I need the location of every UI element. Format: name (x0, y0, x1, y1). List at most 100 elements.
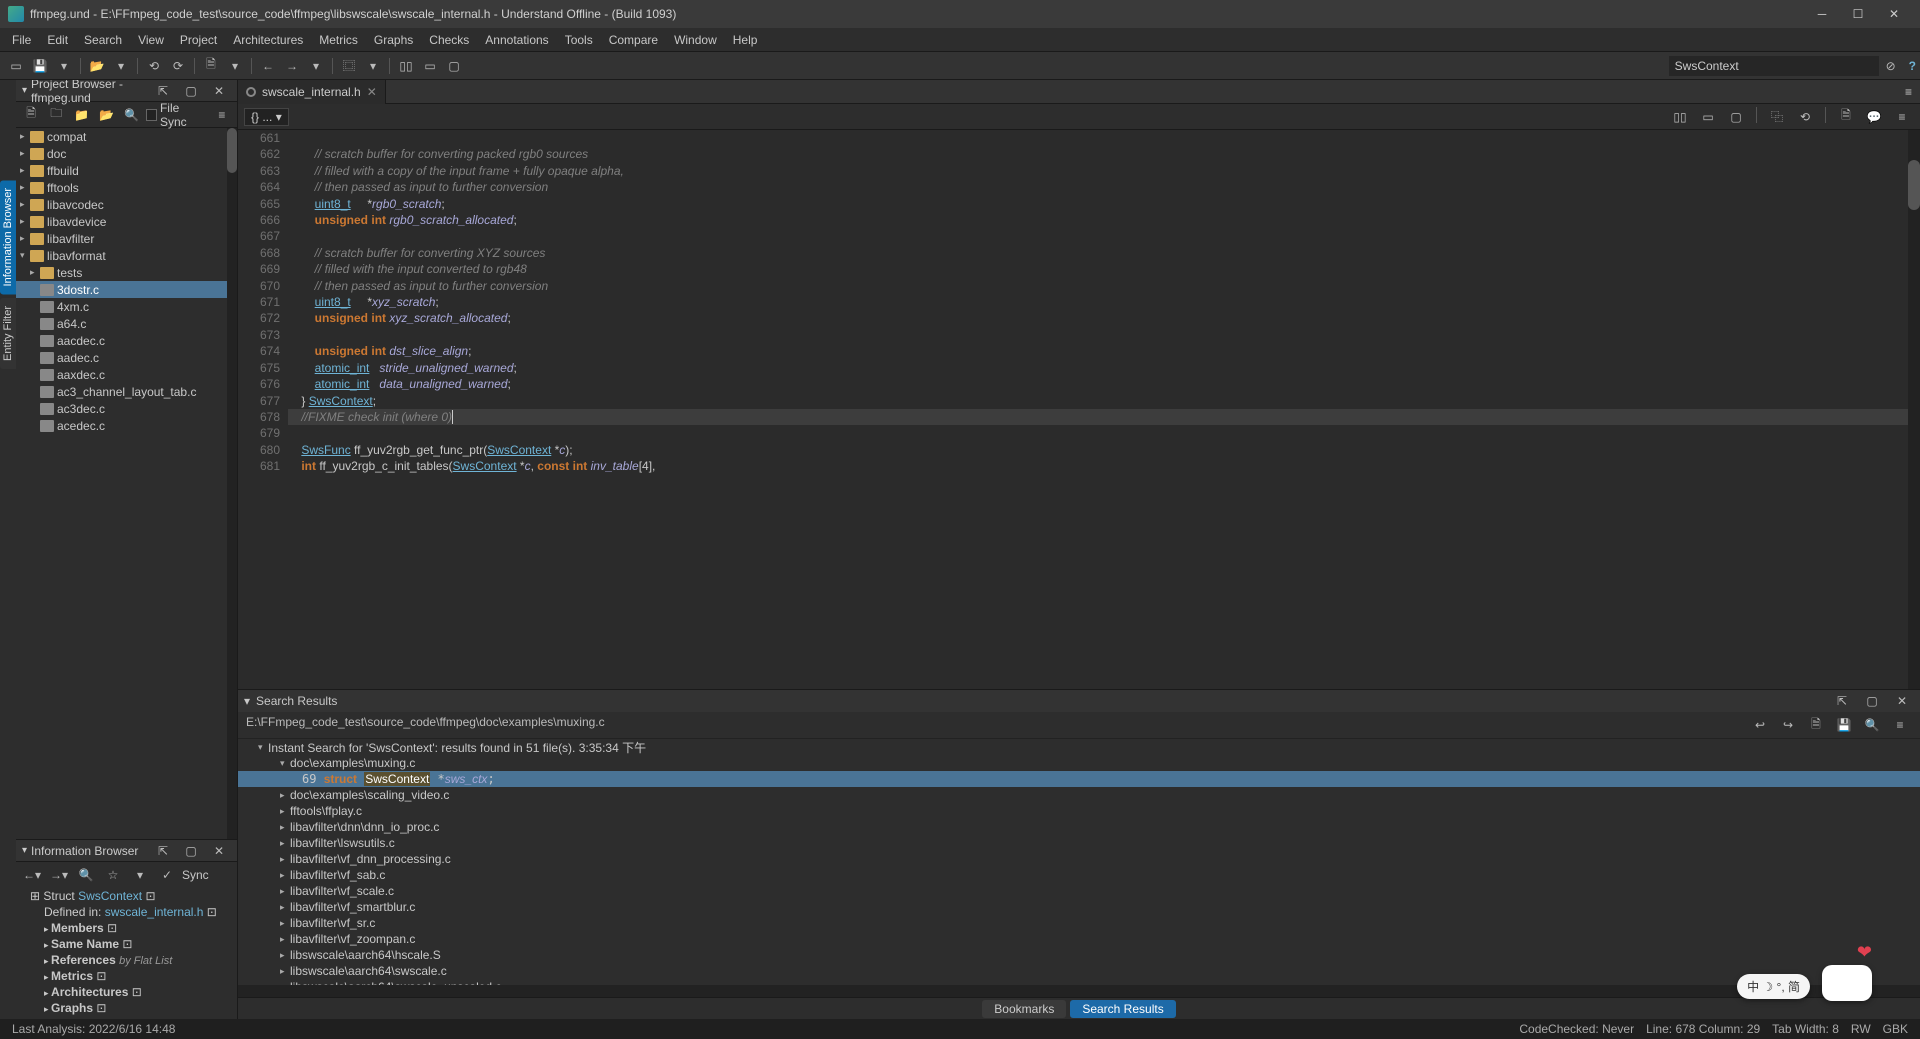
folder-open-icon[interactable]: 📂 (87, 56, 107, 76)
tree-item[interactable]: ▸tests (16, 264, 237, 281)
tree-item[interactable]: ▸ffbuild (16, 162, 237, 179)
result-item[interactable]: ▸libavfilter\lswsutils.c (238, 835, 1920, 851)
tree-item[interactable]: ▸libavfilter (16, 230, 237, 247)
result-item[interactable]: ▸libavfilter\vf_sab.c (238, 867, 1920, 883)
info-tree[interactable]: ⊞ Struct SwsContext ⊡ Defined in: swscal… (16, 888, 237, 1019)
result-item[interactable]: ▸libavfilter\vf_sr.c (238, 915, 1920, 931)
panel-close-icon[interactable]: ✕ (209, 841, 229, 861)
favorite-icon[interactable]: ☆ (103, 865, 123, 885)
single-icon[interactable]: ▢ (444, 56, 464, 76)
tree-item[interactable]: ac3_channel_layout_tab.c (16, 383, 237, 400)
editor-vscroll-thumb[interactable] (1908, 160, 1920, 210)
tab-menu-icon[interactable]: ≡ (1897, 85, 1920, 99)
forward-icon[interactable]: → (282, 56, 302, 76)
global-search-input[interactable] (1669, 56, 1879, 76)
layout3-icon[interactable]: ▢ (1726, 107, 1746, 127)
doc-icon[interactable]: 🗎 (201, 56, 221, 76)
menu-architectures[interactable]: Architectures (225, 31, 311, 49)
refresh-icon[interactable]: ⟳ (168, 56, 188, 76)
info-search-icon[interactable]: 🔍 (76, 865, 96, 885)
tree-menu-icon[interactable]: ≡ (213, 105, 231, 125)
nav-dropdown-icon[interactable]: ▾ (306, 56, 326, 76)
tree-item[interactable]: ▸libavdevice (16, 213, 237, 230)
panel-close-icon[interactable]: ✕ (1892, 691, 1912, 711)
tree-item[interactable]: ▸fftools (16, 179, 237, 196)
tree-item[interactable]: a64.c (16, 315, 237, 332)
bookmark-icon[interactable]: 🗎 (1836, 107, 1856, 127)
editor-tab[interactable]: swscale_internal.h ✕ (238, 80, 386, 104)
graph-icon[interactable]: ⿻ (1767, 107, 1787, 127)
sync-check-icon[interactable]: ✓ (157, 865, 177, 885)
new-folder-icon[interactable]: 🗀 (47, 105, 65, 125)
result-item[interactable]: ▸fftools\ffplay.c (238, 803, 1920, 819)
result-item[interactable]: ▸libavfilter\vf_zoompan.c (238, 931, 1920, 947)
context-icon[interactable]: ⊡ (207, 905, 217, 919)
save-icon[interactable]: 💾 (30, 56, 50, 76)
info-item[interactable]: ▸ Architectures ⊡ (20, 984, 237, 1000)
fav-dropdown-icon[interactable]: ▾ (130, 865, 150, 885)
doc-dropdown-icon[interactable]: ▾ (225, 56, 245, 76)
results-tree[interactable]: ▾ Instant Search for 'SwsContext': resul… (238, 739, 1920, 985)
mascot-icon[interactable] (1822, 965, 1872, 1001)
info-item[interactable]: ▸ Graphs ⊡ (20, 1000, 237, 1016)
result-item[interactable]: ▸libavfilter\vf_smartblur.c (238, 899, 1920, 915)
collapse-icon[interactable]: ▾ (22, 85, 27, 96)
info-item[interactable]: ▸ Same Name ⊡ (20, 936, 237, 952)
forward-icon[interactable]: ↪ (1778, 715, 1798, 735)
tree-scroll-thumb[interactable] (227, 128, 237, 173)
ime-widget[interactable]: 中 ☽ °, 简 (1737, 974, 1810, 999)
layout1-icon[interactable]: ▯▯ (1670, 107, 1690, 127)
editor-menu-icon[interactable]: ≡ (1892, 107, 1912, 127)
result-item[interactable]: ▾doc\examples\muxing.c (238, 755, 1920, 771)
collapse-icon[interactable]: ▾ (22, 845, 27, 856)
minimize-button[interactable]: ─ (1804, 0, 1840, 28)
copy-icon[interactable]: 🗎 (1806, 715, 1826, 735)
search-again-icon[interactable]: 🔍 (1862, 715, 1882, 735)
tree-item[interactable]: aacdec.c (16, 332, 237, 349)
tree-item[interactable]: 3dostr.c (16, 281, 237, 298)
forward-icon[interactable]: →▾ (49, 865, 69, 885)
menu-metrics[interactable]: Metrics (311, 31, 366, 49)
pin-icon[interactable]: ⇱ (1832, 691, 1852, 711)
info-browser-tab[interactable]: Information Browser (0, 180, 16, 294)
close-button[interactable]: ✕ (1876, 0, 1912, 28)
maximize-button[interactable]: ☐ (1840, 0, 1876, 28)
save-icon[interactable]: 💾 (1834, 715, 1854, 735)
back-icon[interactable]: ↩ (1750, 715, 1770, 735)
scope-selector[interactable]: {} ... ▾ (244, 108, 289, 126)
tree-item[interactable]: ▸libavcodec (16, 196, 237, 213)
popout-icon[interactable]: ▢ (1862, 691, 1882, 711)
collapse-icon[interactable]: ▾ (244, 694, 250, 708)
pin-icon[interactable]: ⇱ (153, 81, 173, 101)
annotation-icon[interactable]: 💬 (1864, 107, 1884, 127)
menu-tools[interactable]: Tools (557, 31, 601, 49)
result-item[interactable]: 69 struct SwsContext *sws_ctx; (238, 771, 1920, 787)
info-item[interactable]: ▸ References by Flat List (20, 952, 237, 968)
clear-search-icon[interactable]: ⊘ (1881, 56, 1901, 76)
history-icon[interactable]: ⟲ (1795, 107, 1815, 127)
result-item[interactable]: ▸libswscale\aarch64\swscale.c (238, 963, 1920, 979)
results-summary[interactable]: ▾ Instant Search for 'SwsContext': resul… (238, 739, 1920, 755)
result-item[interactable]: ▸libswscale\aarch64\hscale.S (238, 947, 1920, 963)
tree-item[interactable]: ac3dec.c (16, 400, 237, 417)
bookmarks-tab[interactable]: Bookmarks (982, 1000, 1066, 1018)
menu-compare[interactable]: Compare (601, 31, 666, 49)
menu-checks[interactable]: Checks (421, 31, 477, 49)
menu-search[interactable]: Search (76, 31, 130, 49)
tree-scrollbar[interactable] (227, 128, 237, 839)
menu-graphs[interactable]: Graphs (366, 31, 421, 49)
tree-item[interactable]: ▸compat (16, 128, 237, 145)
panel-close-icon[interactable]: ✕ (209, 81, 229, 101)
result-item[interactable]: ▸libavfilter\vf_scale.c (238, 883, 1920, 899)
tab-close-icon[interactable]: ✕ (367, 85, 377, 99)
menu-view[interactable]: View (130, 31, 172, 49)
results-menu-icon[interactable]: ≡ (1890, 715, 1910, 735)
result-item[interactable]: ▸libavfilter\vf_dnn_processing.c (238, 851, 1920, 867)
new-icon[interactable]: ▭ (6, 56, 26, 76)
info-item[interactable]: ▸ Members ⊡ (20, 920, 237, 936)
tree-item[interactable]: acedec.c (16, 417, 237, 434)
split-v-icon[interactable]: ▭ (420, 56, 440, 76)
struct-row[interactable]: ⊞ Struct SwsContext ⊡ (20, 888, 237, 904)
menu-file[interactable]: File (4, 31, 39, 49)
tree-item[interactable]: ▸doc (16, 145, 237, 162)
